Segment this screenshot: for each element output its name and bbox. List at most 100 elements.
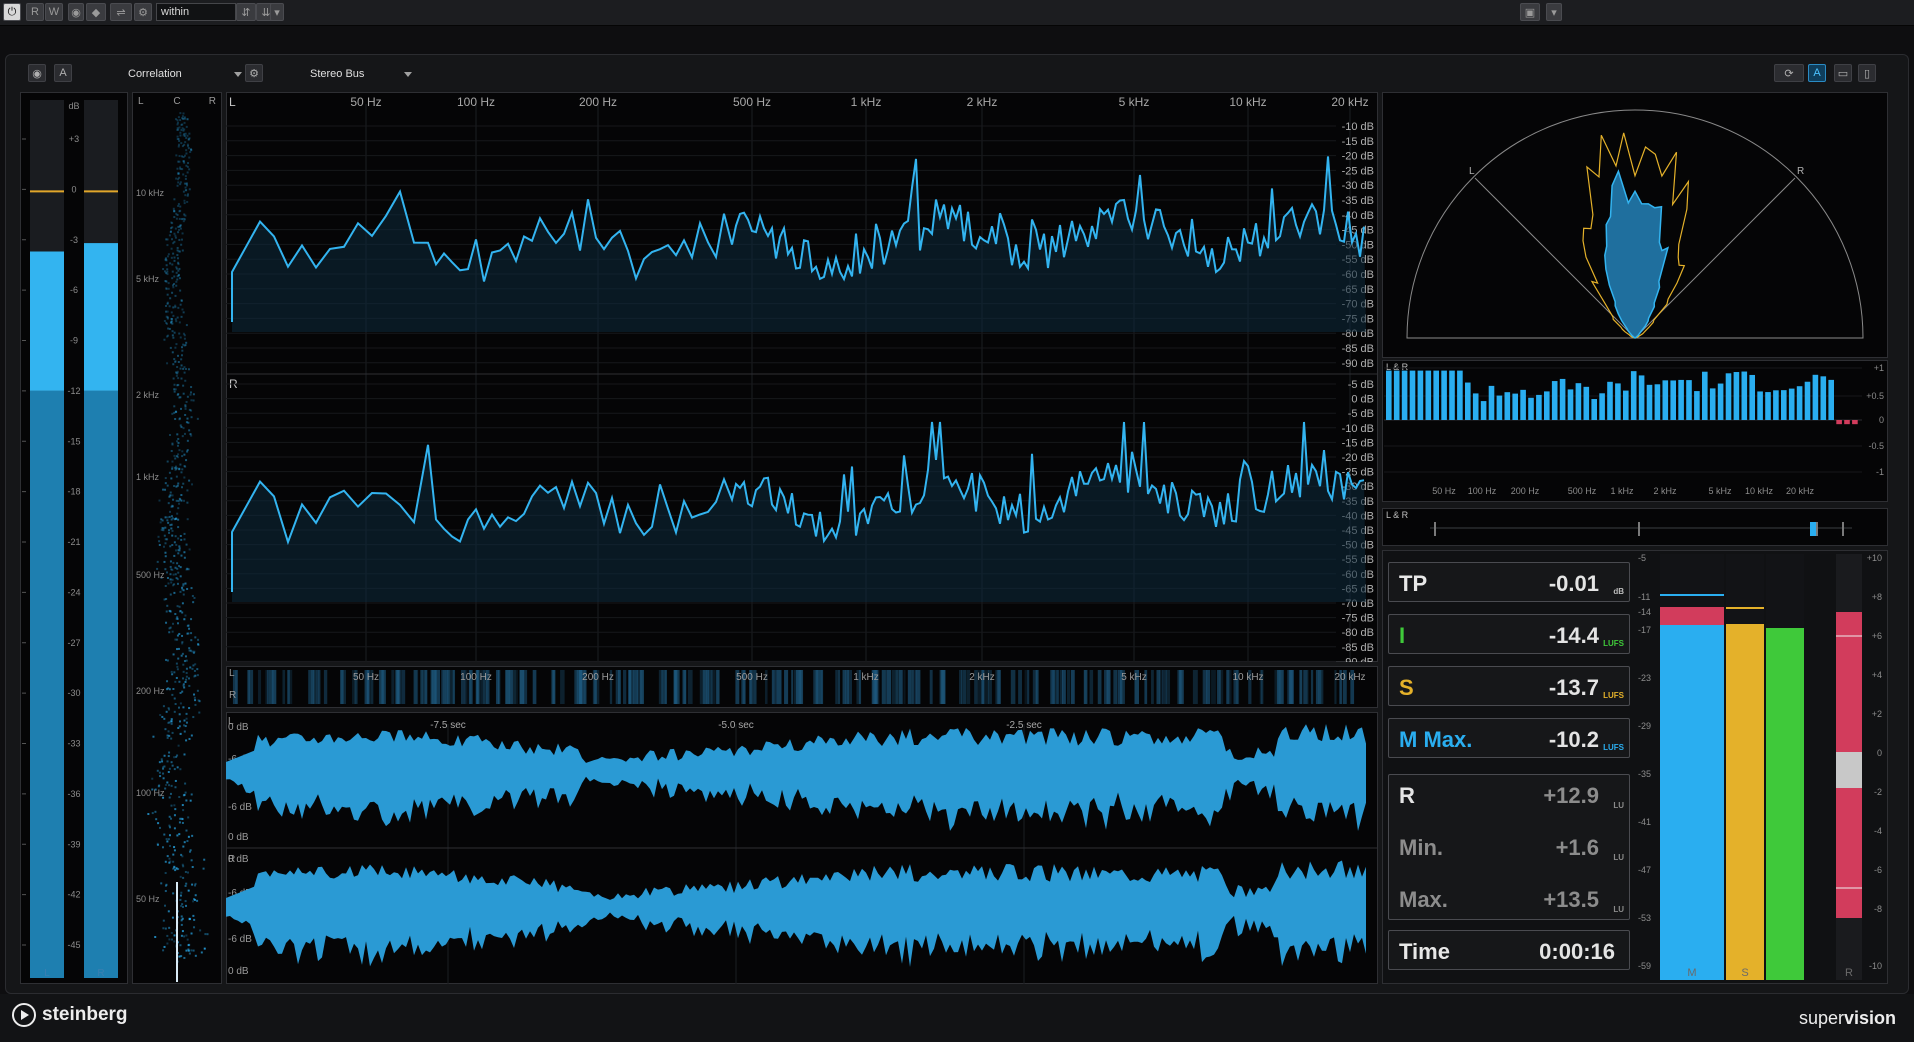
strip-band	[703, 670, 707, 704]
spectrogram-point	[166, 255, 169, 258]
correlation-band-bar	[1733, 372, 1740, 420]
spectrogram-point	[170, 718, 173, 721]
spectrogram-point	[186, 118, 189, 121]
module-settings-gear-icon[interactable]: ⚙	[245, 64, 263, 82]
camera-icon[interactable]: ▣	[1520, 3, 1540, 21]
spectrogram-point	[182, 670, 185, 673]
spectrogram-point	[175, 320, 178, 323]
spectrogram-point	[176, 128, 179, 131]
spectrogram-point	[167, 521, 170, 524]
spectrogram-point	[167, 582, 170, 585]
spectrogram-point	[166, 293, 169, 296]
spectrogram-point	[183, 143, 186, 146]
read-automation-button[interactable]: R	[26, 3, 44, 21]
strip-band	[497, 670, 501, 704]
i-label: I	[1399, 623, 1406, 648]
spectrogram-point	[154, 810, 157, 813]
spectrogram-point	[173, 405, 176, 408]
correlation-band-bar	[1725, 373, 1732, 420]
spectrogram-point	[177, 482, 180, 485]
spectrogram-point	[168, 631, 171, 634]
spectrogram-point	[176, 834, 179, 837]
spectrogram-point	[183, 538, 186, 541]
spectrogram-point	[182, 684, 185, 687]
auto-button[interactable]: A	[54, 64, 72, 82]
spectrogram-point	[173, 710, 176, 713]
phasescope-label-l: L	[1469, 166, 1475, 177]
spectrogram-point	[179, 498, 182, 501]
routing-icon[interactable]: ⇌	[110, 3, 132, 21]
correlation-freq-label: 500 Hz	[1568, 486, 1597, 496]
spectrogram-point	[163, 754, 166, 757]
spectrogram-point	[158, 761, 161, 764]
spectrogram-point	[178, 417, 181, 420]
write-automation-button[interactable]: W	[45, 3, 63, 21]
preset-up-down-icon[interactable]: ⇵	[236, 3, 256, 21]
strip-band	[929, 670, 933, 704]
auto-active-button[interactable]: A	[1808, 64, 1826, 82]
spectrogram-point	[177, 518, 180, 521]
spectrogram-point	[184, 782, 187, 785]
spectrogram-point	[173, 671, 176, 674]
spectrogram-point	[166, 760, 169, 763]
spectrogram-point	[180, 891, 183, 894]
preset-field[interactable]: within	[156, 3, 236, 21]
compare-icon[interactable]: ◆	[86, 3, 106, 21]
correlation-freq-label: 10 kHz	[1745, 486, 1774, 496]
bus-selector[interactable]: Stereo Bus	[310, 64, 413, 84]
sync-icon[interactable]: ⟳	[1774, 64, 1804, 82]
layout-icon[interactable]: ▭	[1834, 64, 1852, 82]
settings-gear-icon[interactable]: ⚙	[134, 3, 152, 21]
phasescope: LR	[1406, 109, 1864, 339]
r-value: +12.9	[1543, 783, 1599, 808]
spectrogram-point	[186, 938, 189, 941]
strip-band	[1089, 670, 1094, 704]
spectrogram-point	[166, 934, 169, 937]
record-icon[interactable]: ◉	[28, 64, 46, 82]
spectrogram-point	[172, 252, 175, 255]
spectrogram-point	[164, 555, 167, 558]
spectrogram-point	[179, 875, 182, 878]
spectrogram-point	[179, 424, 182, 427]
spectrogram-point	[168, 857, 171, 860]
spectrogram-point	[180, 377, 183, 380]
strip-band	[845, 670, 849, 704]
spectrogram-point	[169, 593, 172, 596]
spectrogram-point	[167, 910, 170, 913]
spectrogram-point	[190, 632, 193, 635]
spectrogram-point	[179, 131, 182, 134]
spectrogram-point	[176, 257, 179, 260]
correlation-freq-label: 50 Hz	[1432, 486, 1456, 496]
spectrogram-point	[175, 755, 178, 758]
loudness-r-scale-label: -4	[1874, 826, 1882, 836]
spectrogram-point	[188, 188, 191, 191]
max-unit: LU	[1613, 905, 1624, 914]
layout-alt-icon[interactable]: ▯	[1858, 64, 1876, 82]
module-selector[interactable]: Correlation	[128, 64, 242, 84]
bypass-icon[interactable]: ◉	[68, 3, 84, 21]
spectrogram-point	[172, 867, 175, 870]
spectrogram-point	[196, 668, 199, 671]
brand-super: super	[1798, 1008, 1844, 1028]
power-button[interactable]: ⏻	[3, 3, 21, 21]
spectrogram-point	[187, 871, 190, 874]
window-menu-chevron-icon[interactable]: ▾	[1546, 3, 1562, 21]
spectrum-db-label-r: -90 dB	[1342, 656, 1374, 662]
preset-menu-chevron-icon[interactable]: ▾	[270, 3, 284, 21]
spectrogram-point	[179, 119, 182, 122]
strip-band	[1165, 670, 1171, 704]
spectrogram-point	[180, 218, 183, 221]
spectrogram-point	[167, 707, 170, 710]
spectrogram-point	[176, 440, 179, 443]
correlation-band-bar	[1583, 386, 1590, 420]
spectrogram-point	[177, 145, 180, 148]
level-scale-tick: -45	[67, 940, 80, 950]
spectrogram-point	[164, 488, 167, 491]
spectrogram-point	[177, 354, 180, 357]
spectrogram-point	[186, 165, 189, 168]
spectrogram-point	[179, 227, 182, 230]
spectrogram-point	[170, 722, 173, 725]
osc-time-label: -2.5 sec	[1006, 720, 1042, 731]
level-bar-left-lower	[30, 390, 64, 978]
strip-band	[401, 670, 406, 704]
